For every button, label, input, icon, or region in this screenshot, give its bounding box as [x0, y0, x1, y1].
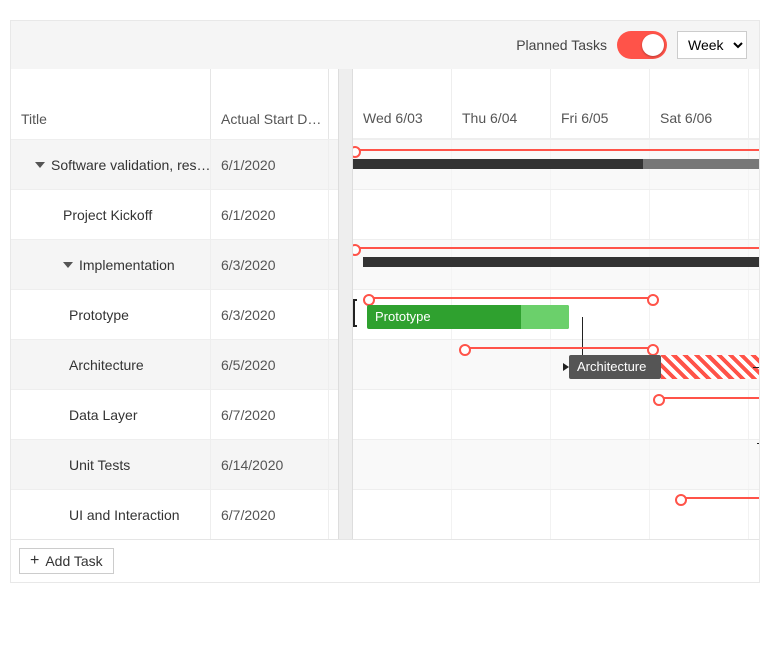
- planned-range[interactable]: [367, 297, 655, 299]
- task-title-cell: Project Kickoff: [11, 190, 211, 239]
- task-title-cell: UI and Interaction: [11, 490, 211, 539]
- dependency-link: [753, 367, 759, 423]
- task-title-cell: Data Layer: [11, 390, 211, 439]
- day-header: Thu 6/04: [452, 69, 551, 138]
- day-header: Wed 6/03: [353, 69, 452, 138]
- task-title-cell: Implementation: [11, 240, 211, 289]
- task-start-cell: 6/14/2020: [211, 440, 329, 489]
- chevron-down-icon[interactable]: [35, 162, 45, 168]
- planned-tasks-toggle[interactable]: [617, 31, 667, 59]
- task-title: Unit Tests: [69, 457, 130, 473]
- table-row[interactable]: Unit Tests 6/14/2020: [11, 439, 338, 489]
- table-row[interactable]: Implementation 6/3/2020: [11, 239, 338, 289]
- toolbar: Planned Tasks Week: [11, 21, 759, 69]
- planned-range[interactable]: [353, 247, 759, 249]
- planned-range[interactable]: [679, 497, 759, 499]
- timeline-header: Wed 6/03 Thu 6/04 Fri 6/05 Sat 6/06: [353, 69, 759, 139]
- task-bar-label: Architecture: [577, 359, 646, 374]
- task-title-cell: Architecture: [11, 340, 211, 389]
- timeline-row-stripes: [353, 139, 759, 539]
- task-start-cell: 6/5/2020: [211, 340, 329, 389]
- task-title-cell: Unit Tests: [11, 440, 211, 489]
- task-title: Architecture: [69, 357, 144, 373]
- start-marker-icon: [353, 299, 355, 327]
- task-title: Implementation: [79, 257, 175, 273]
- table-row[interactable]: Data Layer 6/7/2020: [11, 389, 338, 439]
- summary-bar-overrun: [643, 159, 759, 169]
- toggle-knob: [642, 34, 664, 56]
- task-start-cell: 6/1/2020: [211, 190, 329, 239]
- day-header: Fri 6/05: [551, 69, 650, 138]
- gantt-grid: Title Actual Start D… Software validatio…: [11, 69, 759, 539]
- task-start-cell: 6/3/2020: [211, 290, 329, 339]
- table-row[interactable]: UI and Interaction 6/7/2020: [11, 489, 338, 539]
- task-start-cell: 6/7/2020: [211, 390, 329, 439]
- planned-range[interactable]: [353, 149, 759, 151]
- table-row[interactable]: Architecture 6/5/2020: [11, 339, 338, 389]
- add-task-label: Add Task: [45, 553, 102, 569]
- task-title-cell: Software validation, res…: [11, 140, 211, 189]
- dependency-link: [757, 443, 759, 521]
- splitter-handle[interactable]: [339, 69, 353, 539]
- task-title: Data Layer: [69, 407, 137, 423]
- day-header: Sat 6/06: [650, 69, 749, 138]
- task-title: Project Kickoff: [63, 207, 152, 223]
- task-start-cell: 6/1/2020: [211, 140, 329, 189]
- task-title: Software validation, res…: [51, 157, 211, 173]
- summary-bar[interactable]: [363, 257, 759, 267]
- task-bar-architecture[interactable]: Architecture: [569, 355, 661, 379]
- timeline-body[interactable]: Prototype Architecture: [353, 139, 759, 539]
- timeline-pane: Wed 6/03 Thu 6/04 Fri 6/05 Sat 6/06: [339, 69, 759, 539]
- view-scale-select[interactable]: Week: [677, 31, 747, 59]
- add-task-button[interactable]: + Add Task: [19, 548, 114, 574]
- task-title: UI and Interaction: [69, 507, 180, 523]
- column-header-title[interactable]: Title: [11, 69, 211, 139]
- task-table-body: Software validation, res… 6/1/2020 Proje…: [11, 139, 338, 539]
- task-title-cell: Prototype: [11, 290, 211, 339]
- gantt-panel: Planned Tasks Week Title Actual Start D……: [10, 20, 760, 583]
- plus-icon: +: [30, 553, 39, 569]
- table-row[interactable]: Software validation, res… 6/1/2020: [11, 139, 338, 189]
- table-row[interactable]: Prototype 6/3/2020: [11, 289, 338, 339]
- task-table: Title Actual Start D… Software validatio…: [11, 69, 339, 539]
- task-bar-late[interactable]: [661, 355, 759, 379]
- planned-tasks-label: Planned Tasks: [516, 37, 607, 53]
- planned-range[interactable]: [463, 347, 655, 349]
- task-start-cell: 6/7/2020: [211, 490, 329, 539]
- task-table-header: Title Actual Start D…: [11, 69, 338, 139]
- chevron-down-icon[interactable]: [63, 262, 73, 268]
- planned-range[interactable]: [657, 397, 759, 399]
- task-bar-prototype[interactable]: Prototype: [367, 305, 569, 329]
- summary-bar[interactable]: [343, 159, 643, 169]
- gantt-footer: + Add Task: [11, 539, 759, 582]
- task-start-cell: 6/3/2020: [211, 240, 329, 289]
- table-row[interactable]: Project Kickoff 6/1/2020: [11, 189, 338, 239]
- task-bar-label: Prototype: [375, 309, 431, 324]
- task-title: Prototype: [69, 307, 129, 323]
- progress-remaining: [521, 305, 569, 329]
- column-header-start[interactable]: Actual Start D…: [211, 69, 329, 139]
